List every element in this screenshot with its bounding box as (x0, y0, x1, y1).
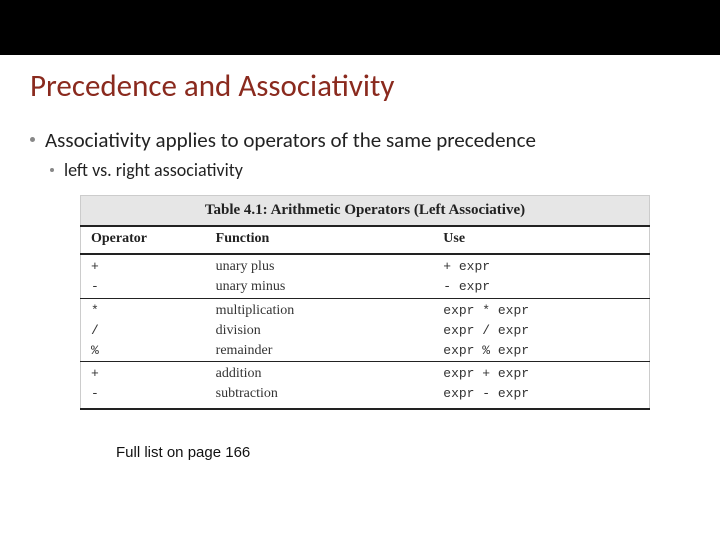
cell-function: division (206, 322, 434, 342)
cell-operator: % (81, 342, 206, 362)
top-black-bar (0, 0, 720, 55)
table-row: - subtraction expr - expr (81, 385, 650, 409)
bullet-dot-icon (50, 168, 54, 172)
cell-use: expr + expr (433, 362, 649, 385)
footnote-text: Full list on page 166 (116, 444, 690, 461)
cell-function: remainder (206, 342, 434, 362)
cell-use: expr / expr (433, 322, 649, 342)
bullet-dot-icon (30, 137, 35, 142)
bullet-level-1: Associativity applies to operators of th… (30, 127, 690, 153)
bullet-2-text: left vs. right associativity (64, 159, 243, 181)
slide-content: Precedence and Associativity Associativi… (0, 55, 720, 461)
cell-use: expr * expr (433, 298, 649, 321)
table-row: / division expr / expr (81, 322, 650, 342)
cell-operator: - (81, 385, 206, 409)
cell-operator: - (81, 278, 206, 298)
cell-function: multiplication (206, 298, 434, 321)
cell-use: + expr (433, 254, 649, 278)
cell-operator: / (81, 322, 206, 342)
header-use: Use (433, 226, 649, 254)
cell-function: unary plus (206, 254, 434, 278)
slide-title: Precedence and Associativity (30, 67, 690, 105)
cell-operator: * (81, 298, 206, 321)
cell-use: expr - expr (433, 385, 649, 409)
bullet-level-2: left vs. right associativity (50, 159, 690, 181)
cell-use: - expr (433, 278, 649, 298)
operator-table: Operator Function Use + unary plus + exp… (80, 225, 650, 410)
table-row: - unary minus - expr (81, 278, 650, 298)
table-header-row: Operator Function Use (81, 226, 650, 254)
table-row: + addition expr + expr (81, 362, 650, 385)
table-row: % remainder expr % expr (81, 342, 650, 362)
cell-function: addition (206, 362, 434, 385)
cell-use: expr % expr (433, 342, 649, 362)
table-row: + unary plus + expr (81, 254, 650, 278)
cell-operator: + (81, 362, 206, 385)
bullet-1-text: Associativity applies to operators of th… (45, 127, 536, 153)
cell-operator: + (81, 254, 206, 278)
header-operator: Operator (81, 226, 206, 254)
cell-function: subtraction (206, 385, 434, 409)
operator-table-wrap: Table 4.1: Arithmetic Operators (Left As… (80, 195, 650, 410)
header-function: Function (206, 226, 434, 254)
cell-function: unary minus (206, 278, 434, 298)
table-row: * multiplication expr * expr (81, 298, 650, 321)
table-caption: Table 4.1: Arithmetic Operators (Left As… (80, 195, 650, 225)
